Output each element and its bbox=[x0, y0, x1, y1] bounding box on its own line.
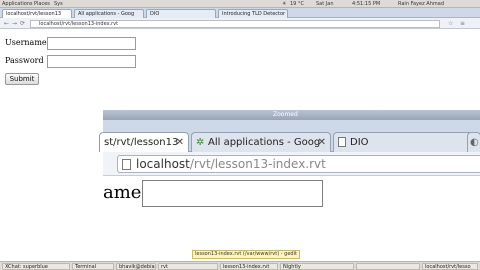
zoom-address-bar: localhost/rvt/lesson13-index.rvt bbox=[103, 152, 480, 176]
username-label: Username bbox=[5, 38, 47, 47]
places-menu[interactable]: Places bbox=[34, 0, 50, 8]
back-url-field[interactable]: localhost/rvt/lesson13-index.rvt bbox=[30, 20, 440, 28]
wrench-icon[interactable]: ≡ bbox=[460, 20, 465, 27]
task-xchat[interactable]: XChat: superblue bbox=[2, 263, 70, 270]
zoom-titlebar[interactable]: Zoomed bbox=[103, 110, 480, 120]
back-tab-3[interactable]: DIO bbox=[146, 9, 216, 18]
zoom-url-field[interactable]: localhost/rvt/lesson13-index.rvt bbox=[117, 155, 480, 173]
star-icon[interactable]: ☆ bbox=[448, 20, 453, 27]
tab-label: All applications - Goog bbox=[78, 11, 135, 17]
task-terminal[interactable]: Terminal bbox=[72, 263, 114, 270]
back-tab-2[interactable]: All applications - Goog bbox=[74, 9, 144, 18]
puzzle-icon: ✲ bbox=[196, 137, 205, 148]
submit-button[interactable]: Submit bbox=[5, 73, 39, 85]
zoomed-username-input[interactable] bbox=[142, 180, 323, 207]
tab-label: Introducing TLD Detector bbox=[222, 11, 286, 17]
zoom-tab-partial[interactable]: ◐ bbox=[467, 132, 480, 152]
close-icon[interactable]: ✕ bbox=[176, 133, 184, 152]
username-input[interactable] bbox=[47, 37, 136, 50]
tab-label: localhost/rvt/lesson13 bbox=[6, 11, 62, 17]
close-icon[interactable]: ✕ bbox=[318, 133, 326, 152]
top-panel: Applications Places Sys ☀ 19 °C Sat Jan … bbox=[0, 0, 480, 8]
zoom-tab-strip: st/rvt/lesson13 ✕ ✲ All applications - G… bbox=[99, 120, 480, 152]
page-icon bbox=[338, 137, 346, 147]
task-rvt[interactable]: rvt bbox=[158, 263, 218, 270]
zoomed-username-label: ame: bbox=[103, 182, 148, 203]
password-label: Password bbox=[5, 56, 44, 65]
zoom-title: Zoomed bbox=[273, 111, 298, 118]
task-nightly[interactable]: Nightly bbox=[280, 263, 354, 270]
url-host: localhost bbox=[136, 157, 190, 171]
taskbar: XChat: superblue Terminal bhavik@debian … bbox=[0, 261, 480, 270]
password-input[interactable] bbox=[47, 55, 136, 68]
back-tab-strip: localhost/rvt/lesson13 All applications … bbox=[0, 8, 480, 18]
temperature[interactable]: 19 °C bbox=[290, 0, 304, 8]
zoom-window: Zoomed st/rvt/lesson13 ✕ ✲ All applicati… bbox=[99, 110, 480, 250]
taskbar-tooltip: lesson13-index.rvt (/var/www/rvt) - gedi… bbox=[192, 250, 300, 259]
page-icon bbox=[122, 159, 131, 170]
forward-arrow-icon[interactable]: → bbox=[12, 20, 17, 27]
system-menu[interactable]: Sys bbox=[54, 0, 63, 8]
task-localhost[interactable]: localhost/rvt/lesso bbox=[422, 263, 478, 270]
back-address-bar: ← → ⟳ localhost/rvt/lesson13-index.rvt ☆… bbox=[0, 18, 480, 29]
zoom-tab-lesson13[interactable]: st/rvt/lesson13 ✕ bbox=[99, 132, 189, 152]
reload-icon[interactable]: ⟳ bbox=[20, 20, 25, 27]
user-menu[interactable]: Rain Fayez Ahmad bbox=[398, 0, 444, 8]
tab-label: DIO bbox=[350, 137, 369, 148]
url-path: /rvt/lesson13-index.rvt bbox=[189, 157, 326, 171]
zoom-tab-dio[interactable]: DIO bbox=[333, 132, 473, 152]
date[interactable]: Sat Jan bbox=[316, 0, 334, 8]
task-blank[interactable] bbox=[356, 263, 420, 270]
zoom-tab-applications[interactable]: ✲ All applications - Goog ✕ bbox=[191, 132, 331, 152]
tab-label: All applications - Goog bbox=[208, 137, 321, 148]
weather-icon[interactable]: ☀ bbox=[282, 0, 286, 8]
back-tab-1[interactable]: localhost/rvt/lesson13 bbox=[2, 9, 72, 18]
back-tab-4[interactable]: Introducing TLD Detector bbox=[218, 9, 288, 18]
task-gedit[interactable]: lesson13-index.rvt bbox=[220, 263, 278, 270]
applications-menu[interactable]: Applications bbox=[2, 0, 33, 8]
tab-label: st/rvt/lesson13 bbox=[104, 137, 179, 148]
back-arrow-icon[interactable]: ← bbox=[4, 20, 9, 27]
clock[interactable]: 4:51:15 PM bbox=[352, 0, 380, 8]
task-bhavik[interactable]: bhavik@debian bbox=[116, 263, 156, 270]
globe-icon: ◐ bbox=[470, 137, 479, 148]
tab-label: DIO bbox=[150, 11, 160, 17]
